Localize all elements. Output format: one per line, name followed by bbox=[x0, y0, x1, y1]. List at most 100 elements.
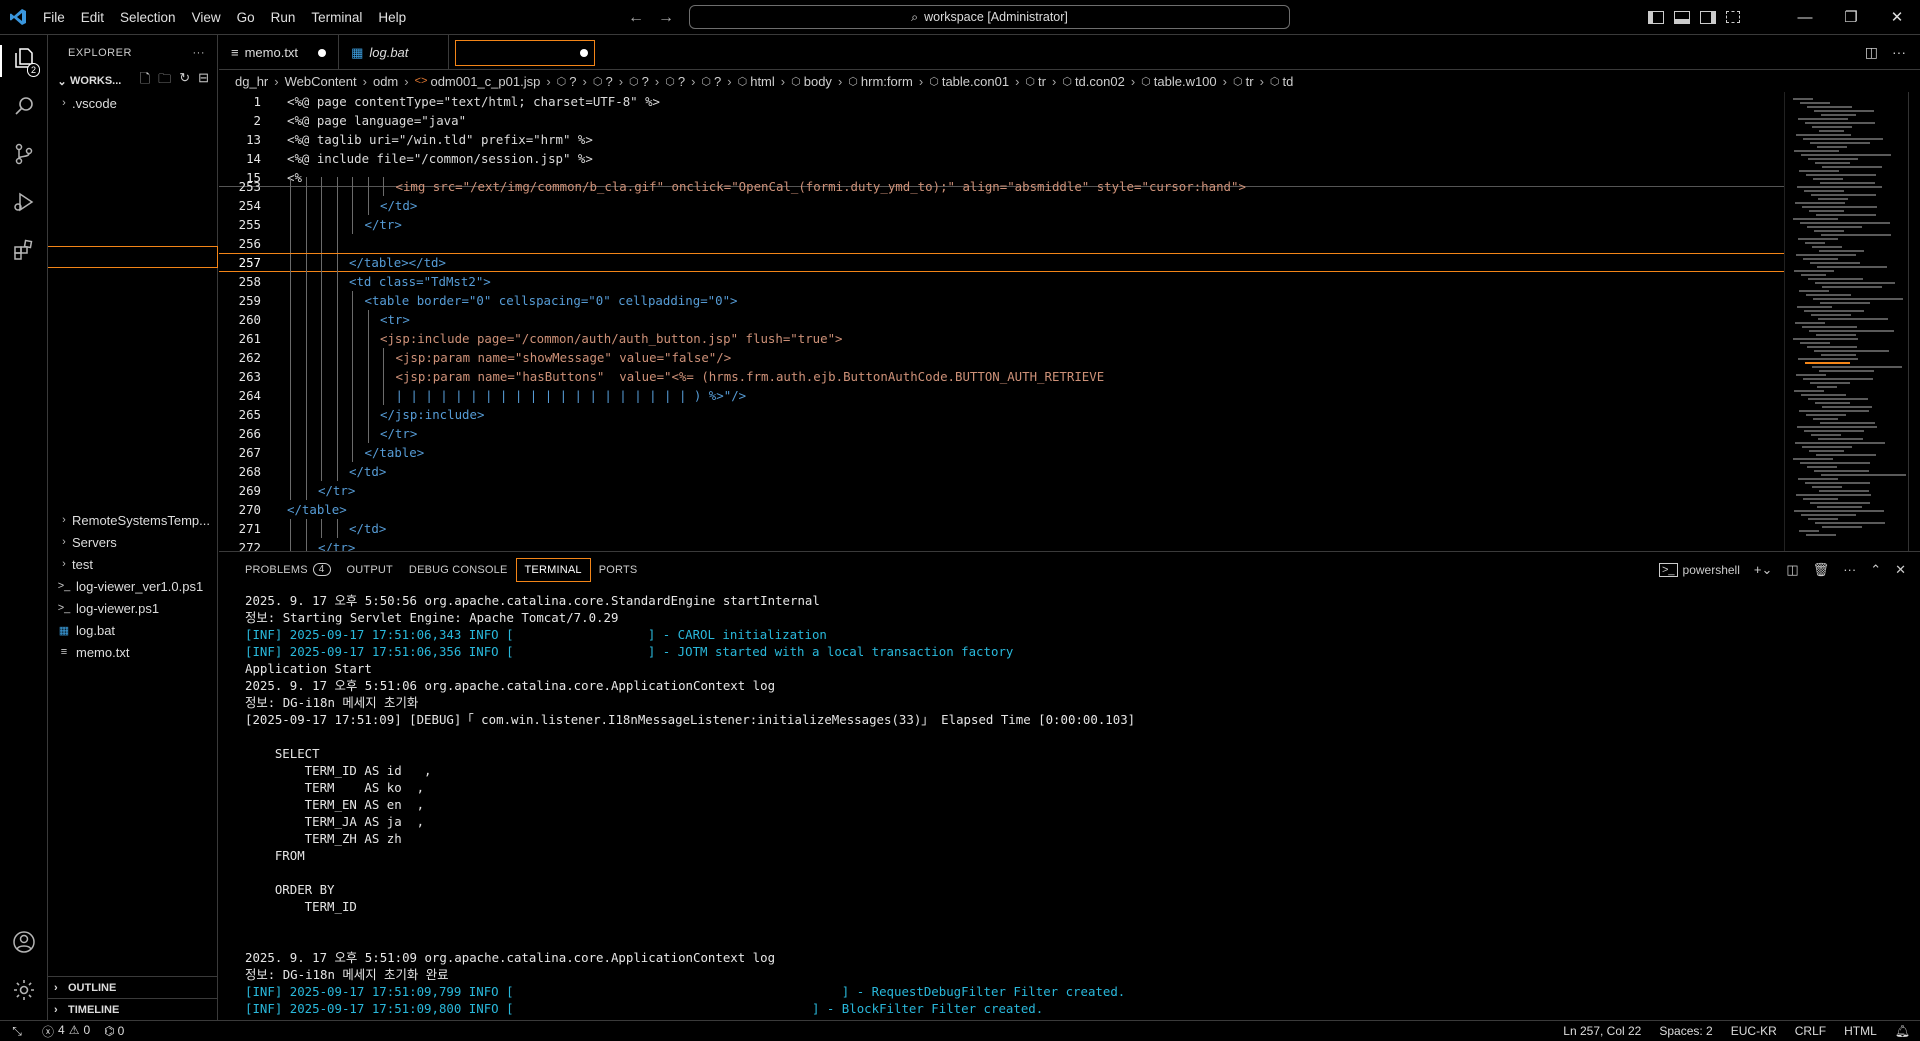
minimize-icon[interactable]: — bbox=[1782, 0, 1828, 35]
split-terminal-icon[interactable]: ◫ bbox=[1786, 562, 1798, 578]
breadcrumb-item[interactable]: tr bbox=[1246, 74, 1254, 89]
tab-problems[interactable]: PROBLEMS 4 bbox=[237, 558, 339, 582]
manage-activity[interactable] bbox=[0, 969, 48, 1017]
breadcrumb-item[interactable]: ? bbox=[678, 74, 685, 89]
new-item-input-box[interactable] bbox=[48, 246, 218, 268]
cursor-position[interactable]: Ln 257, Col 22 bbox=[1563, 1024, 1641, 1038]
editor-scrollbar[interactable] bbox=[1908, 92, 1920, 551]
code-line[interactable]: 262 <jsp:param name="showMessage" value="… bbox=[219, 348, 1789, 367]
encoding[interactable]: EUC-KR bbox=[1731, 1024, 1777, 1038]
workspace-section-header[interactable]: ⌄ WORKS... 🗋 🗀 ↻ ⊟ bbox=[48, 70, 217, 92]
code-line[interactable]: 260 <tr> bbox=[219, 310, 1789, 329]
command-center-search[interactable]: ⌕ workspace [Administrator] bbox=[689, 5, 1290, 29]
breadcrumb-item[interactable]: ? bbox=[605, 74, 612, 89]
sticky-scroll-line[interactable]: 14 <%@ include file="/common/session.jsp"… bbox=[219, 149, 1789, 168]
tree-item-servers[interactable]: › Servers bbox=[48, 531, 218, 553]
restore-icon[interactable]: ❐ bbox=[1828, 0, 1874, 35]
language-mode[interactable]: HTML bbox=[1844, 1024, 1877, 1038]
close-window-icon[interactable]: ✕ bbox=[1874, 0, 1920, 35]
new-file-icon[interactable]: 🗋 bbox=[140, 70, 150, 92]
menu-terminal[interactable]: Terminal bbox=[303, 0, 370, 35]
indentation[interactable]: Spaces: 2 bbox=[1659, 1024, 1712, 1038]
minimap[interactable] bbox=[1784, 92, 1908, 551]
run-debug-activity[interactable] bbox=[0, 181, 48, 229]
accounts-activity[interactable] bbox=[0, 921, 48, 969]
breadcrumb-item[interactable]: td.con02 bbox=[1075, 74, 1125, 89]
breadcrumb-item[interactable]: ? bbox=[569, 74, 576, 89]
menu-help[interactable]: Help bbox=[370, 0, 414, 35]
toggle-panel-icon[interactable] bbox=[1674, 11, 1690, 24]
new-folder-icon[interactable]: 🗀 bbox=[158, 70, 171, 92]
breadcrumb-item[interactable]: odm001_c_p01.jsp bbox=[430, 74, 540, 89]
timeline-section-header[interactable]: › TIMELINE bbox=[48, 998, 218, 1020]
tree-item-test[interactable]: › test bbox=[48, 553, 218, 575]
tab-untitled[interactable] bbox=[449, 35, 601, 70]
more-actions-icon[interactable]: ··· bbox=[193, 47, 206, 59]
back-arrow-icon[interactable]: ← bbox=[628, 0, 644, 35]
code-line[interactable]: 258 <td class="TdMst2"> bbox=[219, 272, 1789, 291]
toggle-secondary-sidebar-icon[interactable] bbox=[1700, 11, 1716, 24]
code-line[interactable]: 265 </jsp:include> bbox=[219, 405, 1789, 424]
menu-edit[interactable]: Edit bbox=[73, 0, 112, 35]
tree-item-remotesystemstemp[interactable]: › RemoteSystemsTemp... bbox=[48, 509, 218, 531]
terminal-selector[interactable]: >_ powershell bbox=[1658, 562, 1740, 577]
split-editor-icon[interactable]: ◫ bbox=[1865, 44, 1878, 61]
breadcrumb-item[interactable]: dg_hr bbox=[235, 74, 268, 89]
tab-output[interactable]: OUTPUT bbox=[339, 558, 401, 582]
menu-file[interactable]: File bbox=[35, 0, 73, 35]
menu-view[interactable]: View bbox=[184, 0, 229, 35]
code-line[interactable]: 270 </table> bbox=[219, 500, 1789, 519]
sticky-scroll-line[interactable]: 1 <%@ page contentType="text/html; charse… bbox=[219, 92, 1789, 111]
customize-layout-icon[interactable] bbox=[1726, 11, 1740, 23]
sticky-scroll-line[interactable]: 2 <%@ page language="java" bbox=[219, 111, 1789, 130]
terminal-output[interactable]: 2025. 9. 17 오후 5:50:56 org.apache.catali… bbox=[245, 592, 1845, 1017]
breadcrumb-item[interactable]: odm bbox=[373, 74, 398, 89]
breadcrumb-item[interactable]: hrm:form bbox=[861, 74, 913, 89]
breadcrumb-item[interactable]: ? bbox=[714, 74, 721, 89]
code-line[interactable]: 261 <jsp:include page="/common/auth/auth_… bbox=[219, 329, 1789, 348]
extensions-activity[interactable] bbox=[0, 229, 48, 277]
menu-go[interactable]: Go bbox=[229, 0, 263, 35]
refresh-icon[interactable]: ↻ bbox=[179, 70, 190, 92]
tree-item-log-bat[interactable]: ▦ log.bat bbox=[48, 619, 218, 641]
menu-run[interactable]: Run bbox=[263, 0, 304, 35]
code-line[interactable]: 253 <img src="/ext/img/common/b_cla.gif" … bbox=[219, 177, 1789, 196]
unsaved-dot-icon[interactable] bbox=[580, 48, 589, 57]
forward-arrow-icon[interactable]: → bbox=[658, 0, 674, 35]
unsaved-dot-icon[interactable] bbox=[318, 48, 327, 57]
more-actions-icon[interactable]: ··· bbox=[1843, 562, 1856, 577]
breadcrumb-item[interactable]: table.w100 bbox=[1154, 74, 1217, 89]
breadcrumb-item[interactable]: tr bbox=[1038, 74, 1046, 89]
new-terminal-icon[interactable]: +⌄ bbox=[1754, 562, 1772, 578]
collapse-all-icon[interactable]: ⊟ bbox=[198, 70, 209, 92]
tree-item-vscode[interactable]: › .vscode bbox=[48, 92, 217, 114]
outline-section-header[interactable]: › OUTLINE bbox=[48, 976, 218, 998]
code-line[interactable]: 271 </td> bbox=[219, 519, 1789, 538]
breadcrumb-item[interactable]: WebContent bbox=[285, 74, 357, 89]
trash-icon[interactable]: 🗑 bbox=[1813, 562, 1830, 578]
code-line[interactable]: 256 bbox=[219, 234, 1789, 253]
code-line[interactable]: 269 </tr> bbox=[219, 481, 1789, 500]
sticky-scroll-line[interactable]: 13 <%@ taglib uri="/win.tld" prefix="hrm"… bbox=[219, 130, 1789, 149]
code-line[interactable]: 266 </tr> bbox=[219, 424, 1789, 443]
code-line[interactable]: 254 </td> bbox=[219, 196, 1789, 215]
search-activity[interactable] bbox=[0, 85, 48, 133]
breadcrumb-item[interactable]: body bbox=[804, 74, 832, 89]
breadcrumb-item[interactable]: table.con01 bbox=[942, 74, 1009, 89]
ports-status[interactable]: ⌬ 0 bbox=[104, 1024, 124, 1038]
tab-debug-console[interactable]: DEBUG CONSOLE bbox=[401, 558, 516, 582]
toggle-primary-sidebar-icon[interactable] bbox=[1648, 11, 1664, 24]
line-ending[interactable]: CRLF bbox=[1795, 1024, 1826, 1038]
code-line[interactable]: 263 <jsp:param name="hasButtons" value="<… bbox=[219, 367, 1789, 386]
maximize-panel-icon[interactable]: ⌃ bbox=[1870, 562, 1881, 578]
code-line[interactable]: 264 | | | | | | | | | | | | | | | | | | |… bbox=[219, 386, 1789, 405]
tree-item-log-viewer-ver1[interactable]: >_ log-viewer_ver1.0.ps1 bbox=[48, 575, 218, 597]
code-line[interactable]: 255 </tr> bbox=[219, 215, 1789, 234]
problems-status[interactable]: ⓧ 4 ⚠ 0 bbox=[42, 1023, 90, 1040]
explorer-activity[interactable]: 2 bbox=[0, 37, 48, 85]
tab-log-bat[interactable]: ▦ log.bat bbox=[339, 35, 450, 70]
code-line[interactable]: 259 <table border="0" cellspacing="0" cel… bbox=[219, 291, 1789, 310]
tab-untitled-focus[interactable] bbox=[455, 39, 596, 66]
code-editor[interactable]: 1 <%@ page contentType="text/html; charse… bbox=[219, 92, 1908, 551]
tab-ports[interactable]: PORTS bbox=[591, 558, 646, 582]
